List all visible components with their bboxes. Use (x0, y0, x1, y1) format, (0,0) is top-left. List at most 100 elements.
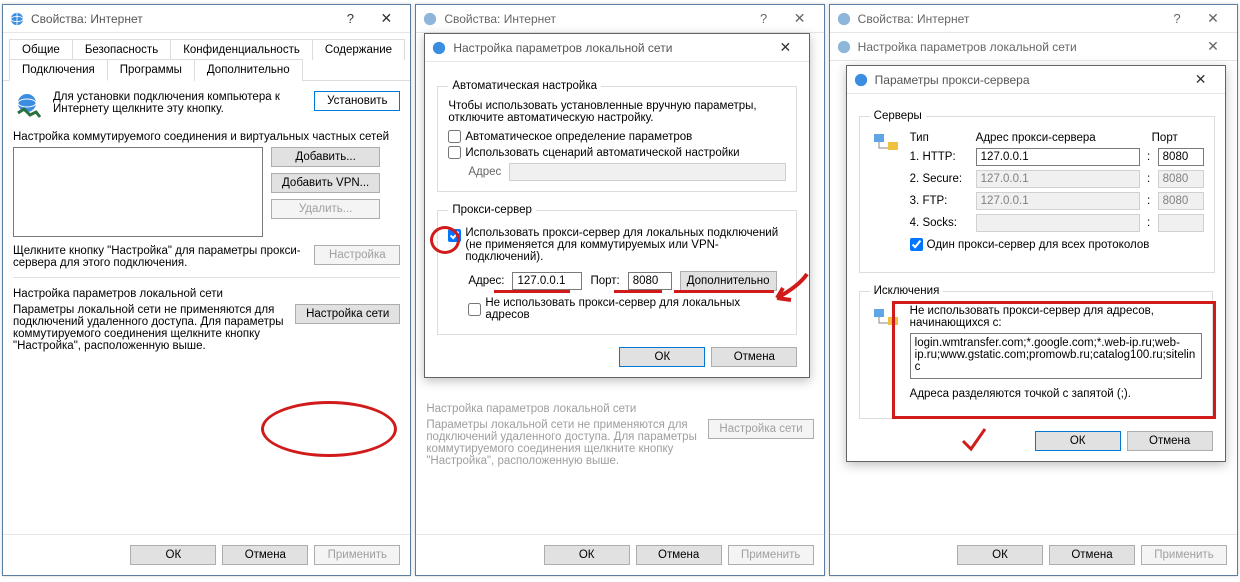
titlebar: Свойства: Интернет ? ✕ (830, 5, 1237, 33)
exceptions-desc: Не использовать прокси-сервер для адресо… (910, 305, 1202, 329)
ok-button[interactable]: ОК (1035, 431, 1121, 451)
lan-settings-button[interactable]: Настройка сети (708, 419, 813, 439)
secure-port-input (1158, 170, 1204, 188)
dialog-title: Параметры прокси-сервера (875, 73, 1030, 87)
help-button[interactable]: ? (332, 6, 368, 32)
hdr-type: Тип (910, 132, 970, 144)
apply-button[interactable]: Применить (1141, 545, 1227, 565)
proxy-advanced-dialog: Параметры прокси-сервера ✕ Серверы Тип А… (846, 65, 1226, 462)
socks-port-input (1158, 214, 1204, 232)
tab-privacy[interactable]: Конфиденциальность (170, 39, 313, 60)
tab-advanced[interactable]: Дополнительно (194, 59, 303, 81)
socks-label: 4. Socks: (910, 217, 970, 229)
internet-properties-window-3: Свойства: Интернет ? ✕ Настройка парамет… (829, 4, 1238, 576)
server-icon (870, 305, 902, 340)
tab-connections[interactable]: Подключения (9, 59, 108, 81)
hdr-port: Порт (1152, 132, 1204, 144)
close-button[interactable]: ✕ (767, 35, 803, 61)
lan-settings-button[interactable]: Настройка сети (295, 304, 400, 324)
ok-button[interactable]: ОК (619, 347, 705, 367)
cancel-button[interactable]: Отмена (636, 545, 722, 565)
connections-list[interactable] (13, 147, 263, 237)
internet-icon (9, 11, 25, 27)
advanced-button[interactable]: Дополнительно (680, 271, 777, 291)
ok-button[interactable]: ОК (957, 545, 1043, 565)
tab-programs[interactable]: Программы (107, 59, 195, 81)
remove-button[interactable]: Удалить... (271, 199, 380, 219)
dialog-titlebar: Параметры прокси-сервера ✕ (847, 66, 1225, 94)
apply-button[interactable]: Применить (314, 545, 400, 565)
setup-button[interactable]: Установить (314, 91, 400, 111)
internet-icon (836, 11, 852, 27)
dialog-title: Настройка параметров локальной сети (453, 41, 672, 55)
proxy-port-input[interactable] (628, 272, 672, 290)
http-port-input[interactable] (1158, 148, 1204, 166)
secure-row: 2. Secure: : (910, 170, 1204, 188)
internet-properties-window-1: Свойства: Интернет ? ✕ Общие Безопасност… (2, 4, 411, 576)
proxy-address-input[interactable] (512, 272, 582, 290)
bypass-local-checkbox[interactable]: Не использовать прокси-сервер для локаль… (468, 297, 786, 321)
auto-config-group: Автоматическая настройка Чтобы использов… (437, 80, 797, 192)
secure-addr-input (976, 170, 1140, 188)
internet-icon (853, 72, 869, 88)
http-label: 1. HTTP: (910, 151, 970, 163)
ftp-label: 3. FTP: (910, 195, 970, 207)
exceptions-textarea[interactable] (910, 333, 1202, 379)
servers-legend: Серверы (870, 110, 926, 122)
hdr-addr: Адрес прокси-сервера (976, 132, 1146, 144)
ok-button[interactable]: ОК (544, 545, 630, 565)
setup-text: Для установки подключения компьютера к И… (53, 91, 306, 115)
use-script-checkbox[interactable]: Использовать сценарий автоматической нас… (448, 146, 786, 159)
cancel-button[interactable]: Отмена (711, 347, 797, 367)
tab-security[interactable]: Безопасность (72, 39, 171, 60)
script-address-input (509, 163, 786, 181)
http-addr-input[interactable] (976, 148, 1140, 166)
proxy-address-label: Адрес: (468, 275, 504, 287)
tab-content[interactable]: Содержание (312, 39, 405, 60)
close-button[interactable]: ✕ (1183, 67, 1219, 93)
servers-group: Серверы Тип Адрес прокси-сервера Порт 1.… (859, 110, 1215, 273)
cancel-button[interactable]: Отмена (222, 545, 308, 565)
add-button[interactable]: Добавить... (271, 147, 380, 167)
close-button[interactable]: ✕ (1195, 34, 1231, 60)
proxy-legend: Прокси-сервер (448, 204, 536, 216)
ok-button[interactable]: ОК (130, 545, 216, 565)
same-proxy-checkbox[interactable]: Один прокси-сервер для всех протоколов (910, 238, 1204, 251)
settings-button[interactable]: Настройка (314, 245, 400, 265)
server-icon (870, 130, 902, 165)
separator-hint: Адреса разделяются точкой с запятой (;). (910, 388, 1202, 400)
settings-hint: Щелкните кнопку "Настройка" для параметр… (13, 245, 306, 269)
internet-icon (836, 39, 852, 55)
window-title: Свойства: Интернет (858, 12, 970, 26)
help-button[interactable]: ? (1159, 6, 1195, 32)
cancel-button[interactable]: Отмена (1127, 431, 1213, 451)
sub-titlebar: Настройка параметров локальной сети ✕ (830, 33, 1237, 61)
tab-general[interactable]: Общие (9, 39, 73, 60)
ftp-row: 3. FTP: : (910, 192, 1204, 210)
ftp-addr-input (976, 192, 1140, 210)
lan-legend: Настройка параметров локальной сети (13, 288, 400, 300)
http-row: 1. HTTP: : (910, 148, 1204, 166)
auto-config-legend: Автоматическая настройка (448, 80, 601, 92)
close-button[interactable]: ✕ (1195, 6, 1231, 32)
window-title: Свойства: Интернет (444, 12, 556, 26)
close-button[interactable]: ✕ (368, 6, 404, 32)
close-button[interactable]: ✕ (782, 6, 818, 32)
apply-button[interactable]: Применить (728, 545, 814, 565)
lan-text: Параметры локальной сети не применяются … (426, 419, 700, 467)
use-proxy-checkbox[interactable]: Использовать прокси-сервер для локальных… (448, 227, 786, 263)
dialog-buttons: ОК Отмена Применить (416, 534, 823, 575)
proxy-port-label: Порт: (590, 275, 619, 287)
tabs: Общие Безопасность Конфиденциальность Со… (3, 33, 410, 81)
add-vpn-button[interactable]: Добавить VPN... (271, 173, 380, 193)
internet-icon (422, 11, 438, 27)
auto-detect-checkbox[interactable]: Автоматическое определение параметров (448, 130, 786, 143)
titlebar: Свойства: Интернет ? ✕ (3, 5, 410, 33)
titlebar: Свойства: Интернет ? ✕ (416, 5, 823, 33)
window-title: Свойства: Интернет (31, 12, 143, 26)
cancel-button[interactable]: Отмена (1049, 545, 1135, 565)
ftp-port-input (1158, 192, 1204, 210)
dialog-buttons: ОК Отмена Применить (830, 534, 1237, 575)
proxy-group: Прокси-сервер Использовать прокси-сервер… (437, 204, 797, 335)
help-button[interactable]: ? (746, 6, 782, 32)
